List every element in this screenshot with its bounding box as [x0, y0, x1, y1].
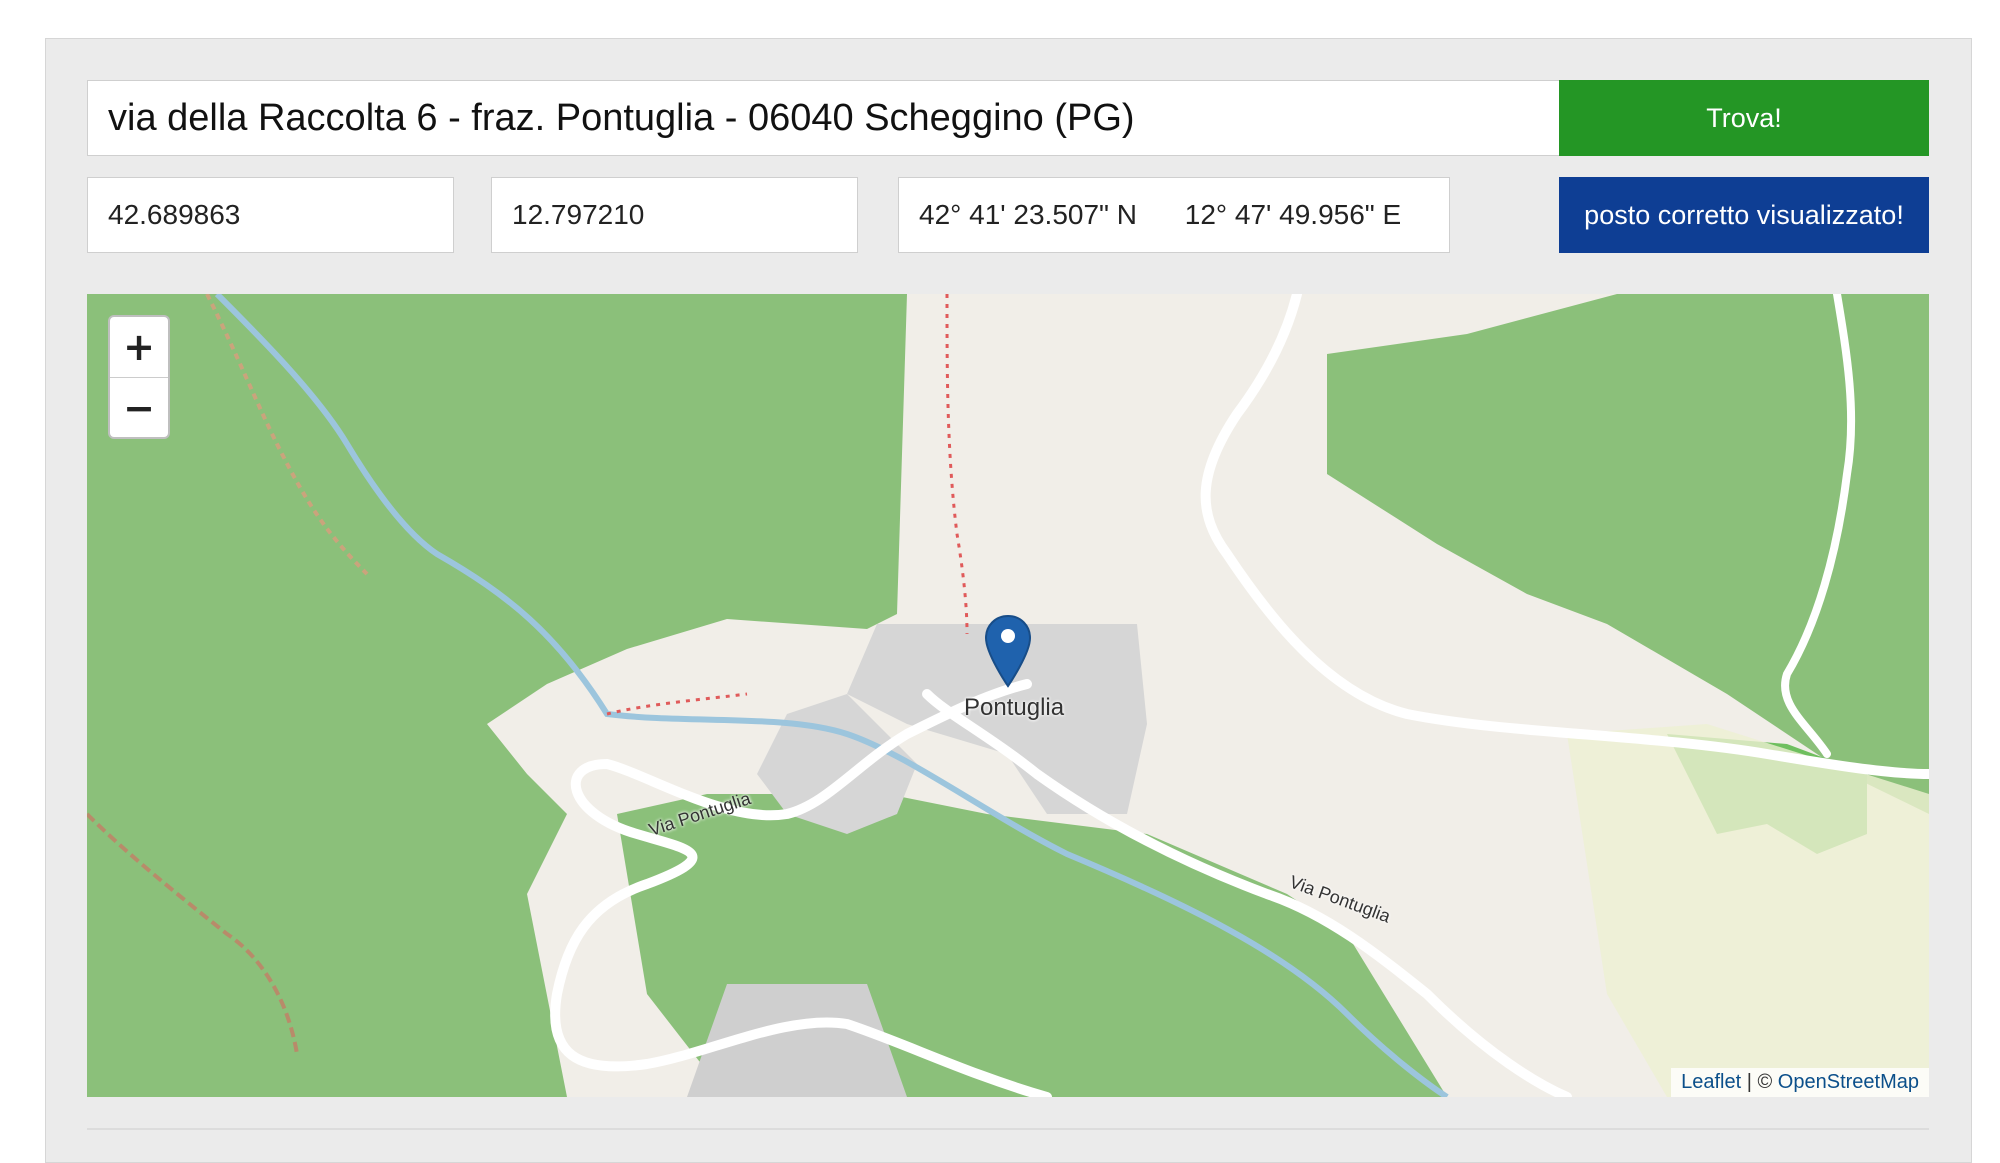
latitude-field[interactable]: 42.689863	[87, 177, 454, 253]
zoom-in-button[interactable]: +	[110, 317, 168, 378]
dms-latitude: 42° 41' 23.507" N	[919, 199, 1137, 230]
confirm-location-button[interactable]: posto corretto visualizzato!	[1559, 177, 1929, 253]
place-label-pontuglia: Pontuglia	[964, 694, 1065, 721]
map-attribution: Leaflet | © OpenStreetMap	[1671, 1068, 1929, 1097]
map-view[interactable]: + − Pontuglia Via Pontuglia Via Pontugli…	[87, 294, 1929, 1097]
divider	[87, 1128, 1929, 1130]
map-marker-icon[interactable]	[984, 614, 1032, 688]
openstreetmap-link[interactable]: OpenStreetMap	[1778, 1071, 1919, 1093]
address-input[interactable]: via della Raccolta 6 - fraz. Pontuglia -…	[87, 80, 1560, 156]
dms-coordinates-field[interactable]: 42° 41' 23.507" N 12° 47' 49.956" E	[898, 177, 1450, 253]
dms-longitude: 12° 47' 49.956" E	[1184, 199, 1402, 230]
attribution-separator: | ©	[1741, 1071, 1778, 1093]
leaflet-link[interactable]: Leaflet	[1681, 1071, 1741, 1093]
zoom-control: + −	[108, 315, 170, 439]
find-button[interactable]: Trova!	[1559, 80, 1929, 156]
zoom-out-button[interactable]: −	[110, 378, 168, 437]
longitude-field[interactable]: 12.797210	[491, 177, 858, 253]
